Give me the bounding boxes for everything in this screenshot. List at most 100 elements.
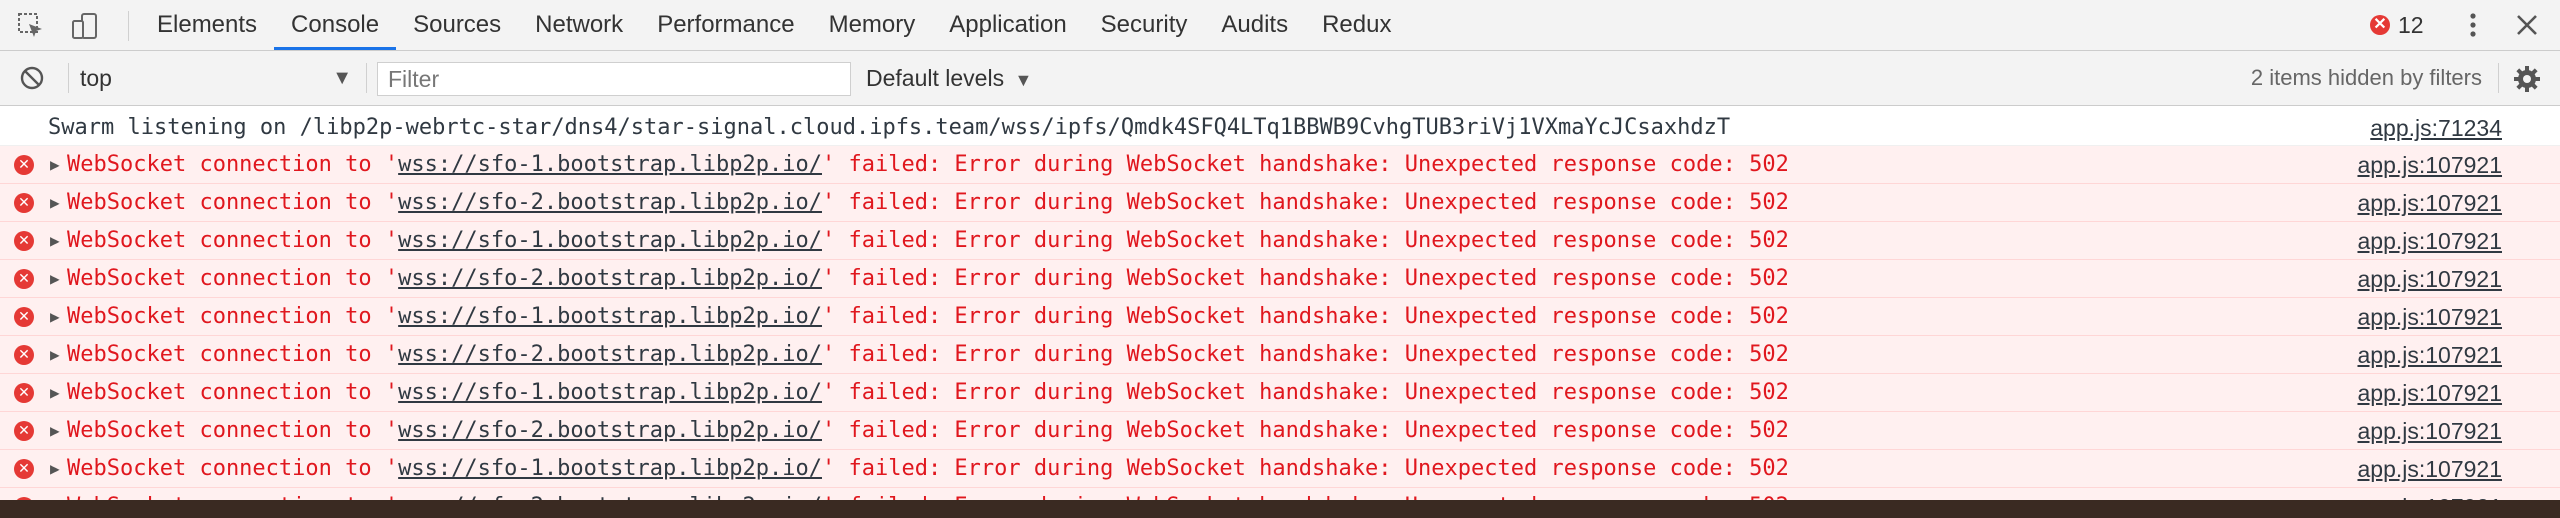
log-levels-dropdown[interactable]: Default levels ▼	[866, 62, 1032, 94]
kebab-menu-icon[interactable]	[2463, 10, 2483, 40]
error-suffix: ' failed: Error during WebSocket handsha…	[821, 380, 1789, 405]
console-error-message[interactable]: ✕▶WebSocket connection to 'wss://sfo-2.b…	[0, 184, 2560, 222]
error-prefix: WebSocket connection to '	[67, 418, 399, 443]
error-suffix: ' failed: Error during WebSocket handsha…	[821, 418, 1789, 443]
error-icon: ✕	[2370, 15, 2390, 35]
expand-triangle-icon[interactable]: ▶	[50, 260, 60, 298]
error-prefix: WebSocket connection to '	[67, 266, 399, 291]
expand-triangle-icon[interactable]: ▶	[50, 298, 60, 336]
error-suffix: ' failed: Error during WebSocket handsha…	[821, 152, 1789, 177]
error-icon: ✕	[14, 269, 34, 289]
error-url-link[interactable]: wss://sfo-2.bootstrap.libp2p.io/	[398, 190, 822, 215]
tab-console[interactable]: Console	[274, 0, 397, 50]
error-counter[interactable]: ✕ 12	[2370, 10, 2424, 40]
error-icon: ✕	[14, 345, 34, 365]
hidden-items-info: 2 items hidden by filters	[2250, 65, 2482, 90]
clear-console-icon[interactable]	[18, 64, 46, 92]
source-link[interactable]: app.js:107921	[2357, 336, 2502, 374]
console-error-message[interactable]: ✕ ▶ WebSocket connection to 'wss://sfo-1.b…	[0, 146, 2560, 184]
error-prefix: WebSocket connection to '	[67, 380, 399, 405]
error-icon: ✕	[14, 193, 34, 213]
device-toolbar-icon[interactable]	[70, 11, 100, 41]
tab-memory[interactable]: Memory	[812, 0, 933, 50]
gear-icon[interactable]	[2512, 64, 2542, 94]
error-url-link[interactable]: wss://sfo-2.bootstrap.libp2p.io/	[398, 418, 822, 443]
tab-security[interactable]: Security	[1084, 0, 1205, 50]
console-error-message[interactable]: ✕▶WebSocket connection to 'wss://sfo-2.b…	[0, 260, 2560, 298]
tab-sources[interactable]: Sources	[396, 0, 518, 50]
console-error-message[interactable]: ✕▶WebSocket connection to 'wss://sfo-2.b…	[0, 336, 2560, 374]
error-text: WebSocket connection to 'wss://sfo-1.boo…	[67, 450, 1789, 488]
error-icon: ✕	[14, 307, 34, 327]
expand-triangle-icon[interactable]: ▶	[50, 184, 60, 222]
panel-tabs: Elements Console Sources Network Performance…	[140, 0, 1408, 50]
source-link[interactable]: app.js:107921	[2357, 260, 2502, 298]
error-count: 12	[2398, 11, 2424, 38]
console-error-message[interactable]: ✕ ▶ WebSocket connection to 'wss://sfo-2.b…	[0, 412, 2560, 450]
tab-performance[interactable]: Performance	[640, 0, 811, 50]
error-url-link[interactable]: wss://sfo-1.bootstrap.libp2p.io/	[398, 380, 822, 405]
inspect-element-icon[interactable]	[16, 11, 46, 41]
source-link[interactable]: app.js:107921	[2357, 146, 2502, 184]
error-url-link[interactable]: wss://sfo-1.bootstrap.libp2p.io/	[398, 228, 822, 253]
error-text: WebSocket connection to 'wss://sfo-1.boo…	[67, 222, 1789, 260]
error-url-link[interactable]: wss://sfo-2.bootstrap.libp2p.io/	[398, 342, 822, 367]
error-prefix: WebSocket connection to '	[67, 152, 399, 177]
error-suffix: ' failed: Error during WebSocket handsha…	[821, 342, 1789, 367]
source-link[interactable]: app.js:107921	[2357, 298, 2502, 336]
error-icon: ✕	[14, 421, 34, 441]
error-text: WebSocket connection to 'wss://sfo-1.boo…	[67, 374, 1789, 412]
toolbar-divider	[68, 63, 69, 93]
console-toolbar: top ▼ Default levels ▼ 2 items hidden by…	[0, 51, 2560, 106]
log-text: Swarm listening on /libp2p-webrtc-star/d…	[48, 115, 1731, 140]
expand-triangle-icon[interactable]: ▶	[50, 146, 60, 184]
desktop-background	[0, 500, 2560, 518]
error-icon: ✕	[14, 459, 34, 479]
tab-audits[interactable]: Audits	[1204, 0, 1305, 50]
source-link[interactable]: app.js:107921	[2357, 412, 2502, 450]
error-suffix: ' failed: Error during WebSocket handsha…	[821, 266, 1789, 291]
error-text: WebSocket connection to 'wss://sfo-2.boo…	[67, 184, 1789, 222]
tab-elements[interactable]: Elements	[140, 0, 274, 50]
close-icon[interactable]	[2512, 10, 2542, 40]
expand-triangle-icon[interactable]: ▶	[50, 450, 60, 488]
console-log-message[interactable]: Swarm listening on /libp2p-webrtc-star/d…	[0, 106, 2560, 146]
toolbar-divider	[128, 11, 129, 41]
error-url-link[interactable]: wss://sfo-1.bootstrap.libp2p.io/	[398, 152, 822, 177]
source-link[interactable]: app.js:107921	[2357, 450, 2502, 488]
tab-application[interactable]: Application	[932, 0, 1083, 50]
console-error-message[interactable]: ✕ ▶ WebSocket connection to 'wss://sfo-1.b…	[0, 298, 2560, 336]
error-suffix: ' failed: Error during WebSocket handsha…	[821, 228, 1789, 253]
expand-triangle-icon[interactable]: ▶	[50, 336, 60, 374]
expand-triangle-icon[interactable]: ▶	[50, 412, 60, 450]
error-prefix: WebSocket connection to '	[67, 228, 399, 253]
context-selector[interactable]: top ▼	[80, 62, 352, 94]
error-prefix: WebSocket connection to '	[67, 342, 399, 367]
source-link[interactable]: app.js:107921	[2357, 184, 2502, 222]
source-link[interactable]: app.js:107921	[2357, 374, 2502, 412]
error-suffix: ' failed: Error during WebSocket handsha…	[821, 304, 1789, 329]
console-messages: Swarm listening on /libp2p-webrtc-star/d…	[0, 106, 2560, 518]
error-text: WebSocket connection to 'wss://sfo-2.boo…	[67, 260, 1789, 298]
error-prefix: WebSocket connection to '	[67, 190, 399, 215]
error-url-link[interactable]: wss://sfo-2.bootstrap.libp2p.io/	[398, 266, 822, 291]
expand-triangle-icon[interactable]: ▶	[50, 222, 60, 260]
console-error-message[interactable]: ✕ ▶ WebSocket connection to 'wss://sfo-1.b…	[0, 374, 2560, 412]
error-url-link[interactable]: wss://sfo-1.bootstrap.libp2p.io/	[398, 456, 822, 481]
console-error-message[interactable]: ✕ ▶ WebSocket connection to 'wss://sfo-1.b…	[0, 222, 2560, 260]
error-text: WebSocket connection to 'wss://sfo-1.boo…	[67, 298, 1789, 336]
error-suffix: ' failed: Error during WebSocket handsha…	[821, 190, 1789, 215]
source-link[interactable]: app.js:71234	[2370, 106, 2502, 150]
console-error-message[interactable]: ✕ ▶ WebSocket connection to 'wss://sfo-1.b…	[0, 450, 2560, 488]
error-prefix: WebSocket connection to '	[67, 456, 399, 481]
error-text: WebSocket connection to 'wss://sfo-2.boo…	[67, 336, 1789, 374]
filter-input[interactable]	[377, 62, 851, 96]
tab-network[interactable]: Network	[518, 0, 640, 50]
error-suffix: ' failed: Error during WebSocket handsha…	[821, 456, 1789, 481]
source-link[interactable]: app.js:107921	[2357, 222, 2502, 260]
context-label: top	[80, 65, 112, 91]
error-prefix: WebSocket connection to '	[67, 304, 399, 329]
expand-triangle-icon[interactable]: ▶	[50, 374, 60, 412]
error-url-link[interactable]: wss://sfo-1.bootstrap.libp2p.io/	[398, 304, 822, 329]
tab-redux[interactable]: Redux	[1305, 0, 1408, 50]
